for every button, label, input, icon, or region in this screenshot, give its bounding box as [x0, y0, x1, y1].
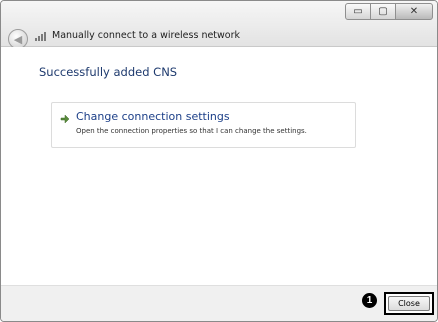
content-area: Successfully added CNS Change connection… [1, 47, 437, 285]
callout-badge: 1 [362, 293, 377, 308]
minimize-button[interactable]: ▭ [345, 3, 371, 20]
title-bar: ▭ ▢ ✕ ◀ Manually connect to a wireless n… [1, 1, 437, 49]
window-controls: ▭ ▢ ✕ [345, 3, 433, 23]
dialog-window: ▭ ▢ ✕ ◀ Manually connect to a wireless n… [0, 0, 438, 322]
maximize-button[interactable]: ▢ [370, 3, 396, 20]
option-title: Change connection settings [76, 110, 230, 123]
wireless-network-icon [35, 32, 46, 41]
back-arrow-icon[interactable]: ◀ [8, 29, 28, 49]
option-description: Open the connection properties so that I… [76, 127, 307, 135]
page-heading: Successfully added CNS [39, 65, 178, 79]
window-close-button[interactable]: ✕ [395, 3, 433, 20]
change-connection-settings-option[interactable]: Change connection settings Open the conn… [51, 102, 356, 148]
window-title: Manually connect to a wireless network [52, 30, 241, 41]
close-button[interactable]: Close [388, 296, 430, 311]
close-button-highlight[interactable]: Close [384, 292, 434, 315]
arrow-right-icon [60, 114, 70, 124]
footer-bar: 1 Close [1, 285, 437, 321]
